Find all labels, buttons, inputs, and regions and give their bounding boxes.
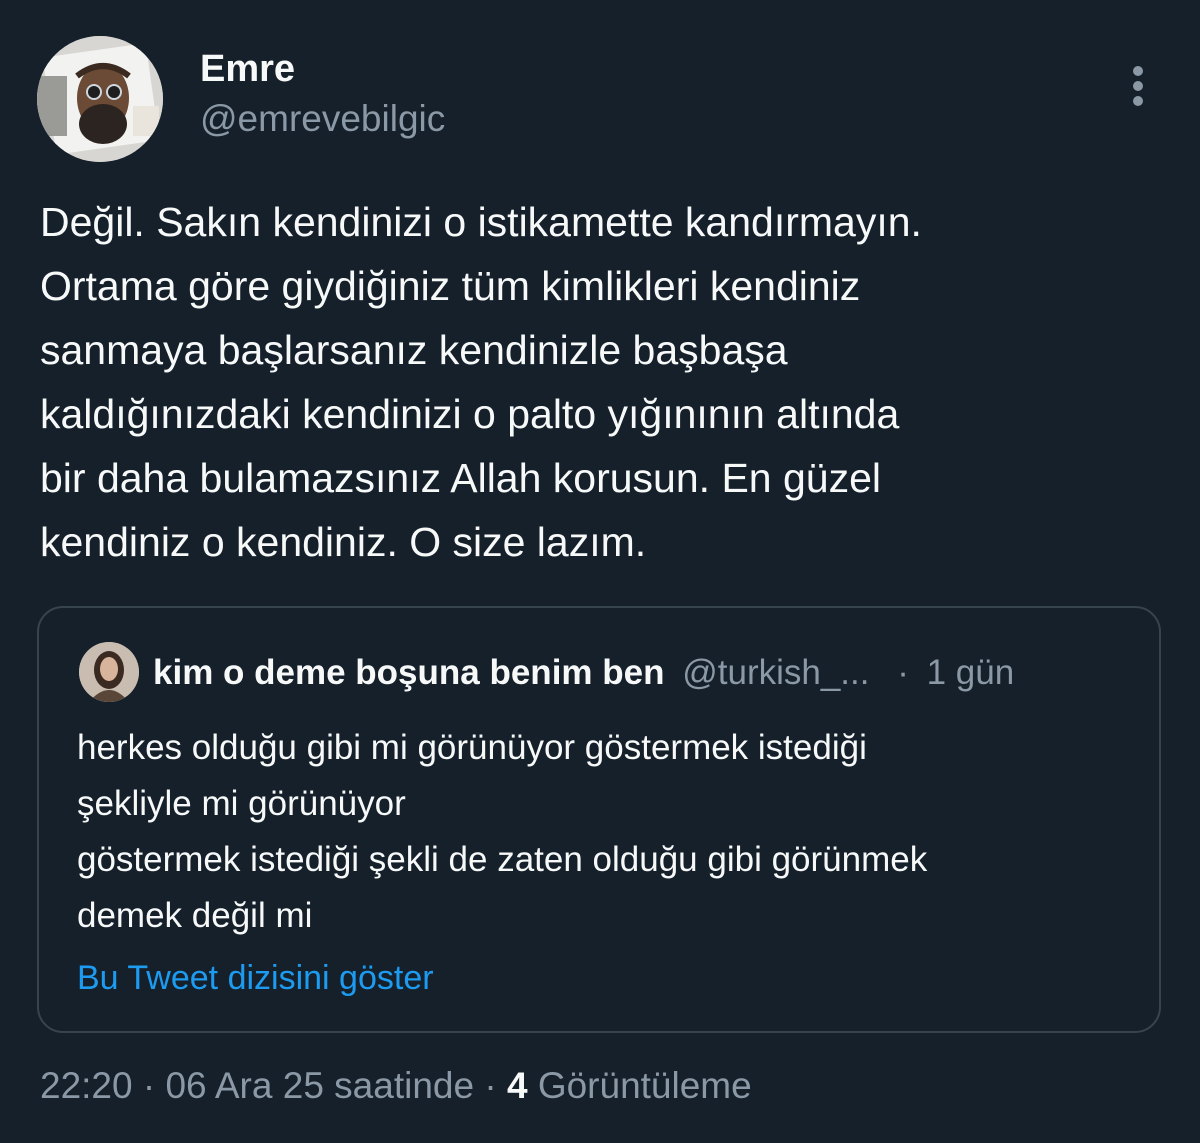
- tweet-text: Değil. Sakın kendinizi o istikamette kan…: [40, 190, 1175, 574]
- tweet-text-line: kendiniz o kendiniz. O size lazım.: [40, 519, 647, 565]
- tweet-meta: 22:20 · 06 Ara 25 saatinde · 4 Görüntüle…: [40, 1060, 752, 1112]
- quoted-author-handle[interactable]: @turkish_...: [682, 653, 869, 692]
- quoted-text-line: herkes olduğu gibi mi görünüyor gösterme…: [77, 728, 867, 767]
- author-name[interactable]: Emre: [200, 46, 295, 92]
- tweet-text-line: bir daha bulamazsınız Allah korusun. En …: [40, 455, 882, 501]
- tweet-card: Emre @emrevebilgic Değil. Sakın kendiniz…: [0, 0, 1200, 1143]
- quoted-author-name[interactable]: kim o deme boşuna benim ben: [153, 653, 664, 692]
- quoted-header: kim o deme boşuna benim ben @turkish_...…: [153, 648, 1143, 698]
- quoted-text-line: demek değil mi: [77, 896, 313, 935]
- separator-dot: ·: [142, 1065, 156, 1106]
- quoted-author-avatar[interactable]: [79, 642, 139, 702]
- tweet-text-line: Değil. Sakın kendinizi o istikamette kan…: [40, 199, 922, 245]
- views-count: 4: [506, 1065, 528, 1106]
- more-vertical-icon: [1133, 66, 1143, 76]
- separator-dot: ·: [484, 1065, 497, 1106]
- tweet-text-line: Ortama göre giydiğiniz tüm kimlikleri ke…: [40, 263, 861, 309]
- views-label: Görüntüleme: [537, 1065, 752, 1106]
- quoted-text: herkes olduğu gibi mi görünüyor gösterme…: [77, 720, 1137, 944]
- more-vertical-icon-dot: [1133, 81, 1143, 91]
- separator-dot: ·: [897, 653, 909, 692]
- author-avatar[interactable]: [37, 36, 163, 162]
- more-options-button[interactable]: [1116, 58, 1160, 112]
- tweet-time[interactable]: 22:20: [40, 1065, 133, 1106]
- quoted-text-line: göstermek istediği şekli de zaten olduğu…: [77, 840, 928, 879]
- author-handle[interactable]: @emrevebilgic: [200, 96, 445, 142]
- tweet-date[interactable]: 06 Ara 25 saatinde: [165, 1065, 474, 1106]
- quoted-timestamp[interactable]: 1 gün: [927, 653, 1015, 692]
- quoted-text-line: şekliyle mi görünüyor: [77, 784, 406, 823]
- tweet-text-line: kaldığınızdaki kendinizi o palto yığının…: [40, 391, 900, 437]
- more-vertical-icon-dot: [1133, 96, 1143, 106]
- quoted-tweet[interactable]: kim o deme boşuna benim ben @turkish_...…: [37, 606, 1161, 1033]
- show-thread-link[interactable]: Bu Tweet dizisini göster: [77, 954, 434, 1002]
- tweet-text-line: sanmaya başlarsanız kendinizle başbaşa: [40, 327, 788, 373]
